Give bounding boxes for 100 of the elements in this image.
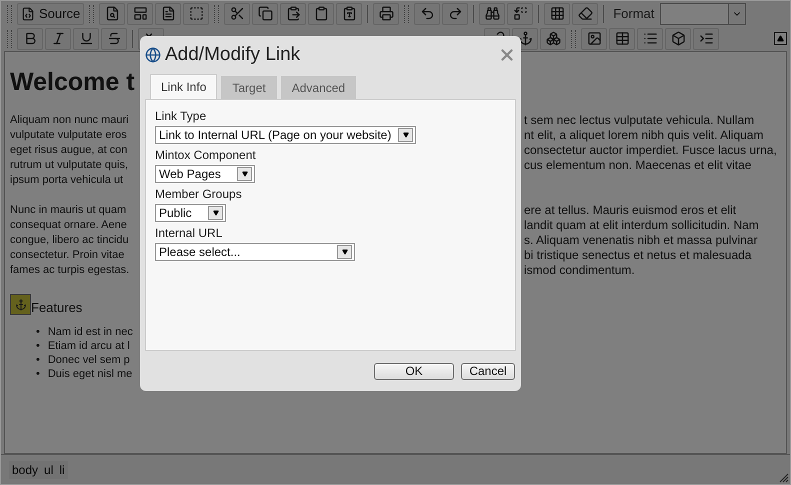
caret-icon [402,132,408,138]
undo-icon [420,6,435,21]
paste-word-button[interactable] [336,2,362,24]
field-label: Member Groups [155,187,243,202]
paste-word-icon [342,6,357,21]
replace-button[interactable] [507,2,534,24]
paragraph-line: s. Aliquam venenatis nibh et massa pulvinar [524,233,758,248]
binoculars-button[interactable] [479,2,506,24]
field-label: Internal URL [155,226,224,241]
dialog-button[interactable]: Cancel [461,362,515,380]
italic-icon [50,31,66,46]
globe-icon [145,47,161,63]
page-heading: Welcome t [10,68,135,97]
preview-icon [104,6,120,21]
document-button[interactable] [155,2,182,24]
dropdown-select[interactable]: Web Pages [155,165,255,183]
bullet-item: Etiam id arcu at l [48,339,130,353]
paragraph-line: t sem nec lectus vulputate vehicula. Nullam [524,113,754,128]
image-icon [586,31,602,46]
paragraph-line: ere at tellus. Mauris euismod eros et elit [524,203,736,218]
cubes-button[interactable] [540,28,566,50]
dropdown-select[interactable]: Please select... [155,243,355,261]
redo-icon [448,6,463,21]
binoculars-icon [484,6,500,21]
bullet-item: Duis eget nisl me [48,367,132,381]
field-label: Mintox Component [155,148,257,163]
image-button[interactable] [581,28,607,50]
select-all-icon [550,6,565,21]
path-crumb[interactable]: ul [41,460,56,478]
bold-button[interactable] [17,28,43,50]
paste-text-button[interactable] [308,2,334,24]
paste-text-icon [314,6,329,21]
caret-icon [342,249,348,255]
resize-grip-icon[interactable] [779,473,789,483]
templates-button[interactable] [127,2,154,24]
collapse-icon [777,35,784,42]
dialog-title: Add/Modify Link [165,44,302,66]
path-crumb[interactable]: body [9,460,42,478]
paragraph-line: cus elementum non. Maecenas et elit vitae [524,158,752,173]
paragraph-line: Nunc in mauris ut quam [10,203,126,218]
paragraph-line: nt elit, a aliquet lorem nibh quis velit. Aliquam [524,128,764,143]
table-button[interactable] [609,28,635,50]
strikethrough-button[interactable] [101,28,127,50]
box-icon [670,31,686,46]
bullet-item: Donec vel sem p [48,353,130,367]
collapse-toolbar-button[interactable] [774,32,787,45]
underline-button[interactable] [73,28,99,50]
italic-button[interactable] [45,28,71,50]
preview-button[interactable] [99,2,126,24]
eraser-button[interactable] [572,2,598,24]
paragraph-line: ismod condimentum. [524,263,635,278]
dialog-tab[interactable]: Target [221,76,277,99]
source-button[interactable]: Source [17,2,84,24]
print-button[interactable] [373,2,400,24]
indent-button[interactable] [693,28,719,50]
paragraph-line: congue, libero ac tincidu [10,233,129,248]
caret-icon [242,171,248,177]
show-blocks-button[interactable] [183,2,210,24]
copy-icon [258,6,273,21]
features-label: Features [31,300,82,315]
paragraph-line: consequat ornare. Aene [10,218,127,233]
copy-button[interactable] [252,2,278,24]
field-label: Link Type [155,109,208,124]
source-icon [21,6,35,20]
document-icon [160,6,176,21]
list-icon [642,31,658,46]
bullet-marker: • [36,339,40,353]
paragraph-line: fames ac turpis egestas. [10,263,130,278]
paste-button[interactable] [280,2,306,24]
dialog-tab[interactable]: Link Info [150,74,218,99]
replace-icon [512,6,528,21]
strikethrough-icon [106,31,122,46]
paragraph-line: consectetur auctor imperdiet. Fusce lacus urna, [524,143,777,158]
redo-button[interactable] [442,2,468,24]
eraser-icon [578,6,593,21]
paragraph-line: rutrum ut vulputate quis, [10,158,128,173]
paste-icon [286,6,301,21]
indent-icon [698,31,714,46]
bullet-marker: • [36,325,40,339]
underline-icon [78,31,94,46]
caret-icon [212,210,218,216]
print-icon [378,6,394,21]
path-crumb[interactable]: li [56,460,68,478]
paragraph-line: Aliquam non nunc mauri [10,113,129,128]
select-all-button[interactable] [544,2,570,24]
paragraph-line: ipsum porta vehicula ut [10,173,124,188]
undo-button[interactable] [414,2,440,24]
show-blocks-icon [188,6,204,21]
cut-icon [230,6,245,21]
paragraph-line: eget risus augue, at con [10,143,128,158]
box-button[interactable] [665,28,691,50]
dropdown-select[interactable]: Link to Internal URL (Page on your website) [155,126,416,144]
paragraph-line: consectetur. Proin vitae [10,248,124,263]
paragraph-line: bi tristique senectus et netus et malesuada [524,248,752,263]
dialog-button[interactable]: OK [374,362,454,380]
cut-button[interactable] [224,2,250,24]
dialog-tab[interactable]: Advanced [280,76,356,99]
list-button[interactable] [637,28,663,50]
dropdown-select[interactable]: Public [155,204,226,222]
bullet-item: Nam id est in nec [48,325,133,339]
